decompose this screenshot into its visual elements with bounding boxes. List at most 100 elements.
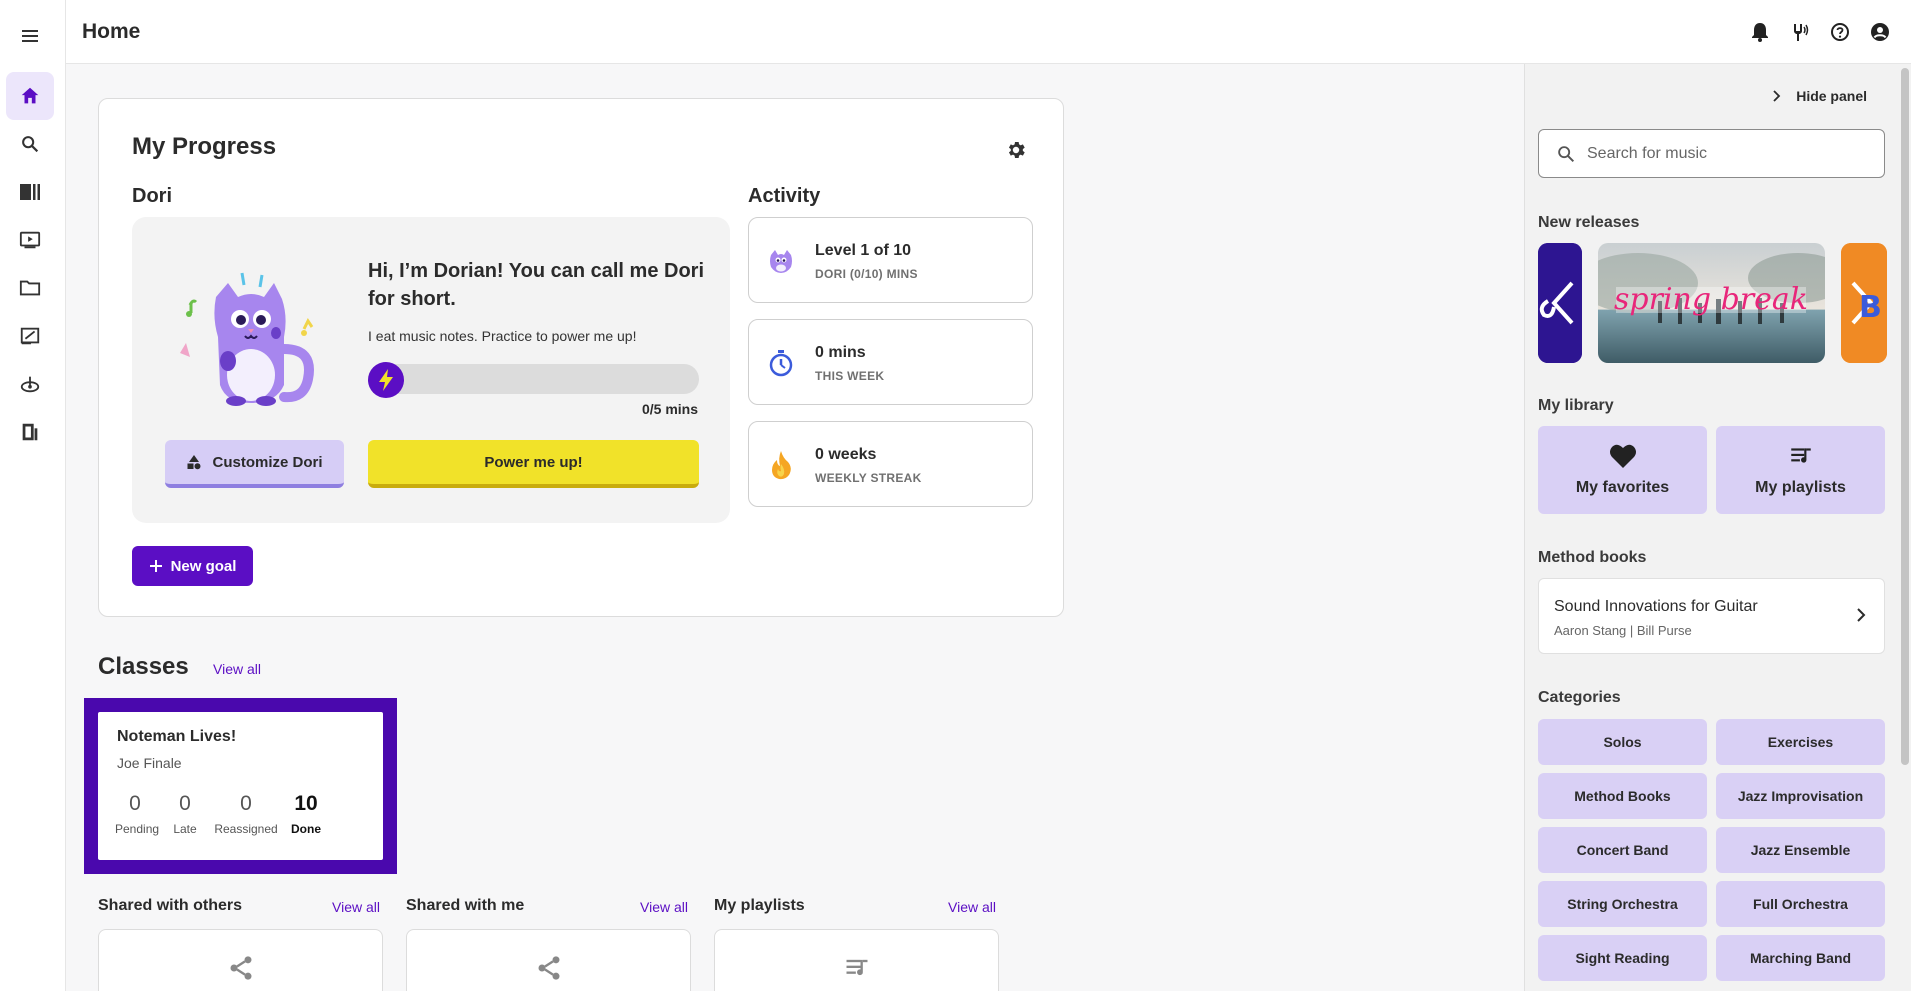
progress-title: My Progress (132, 133, 277, 160)
class-card-highlight: Noteman Lives! Joe Finale 0 Pending 0 La… (84, 698, 397, 874)
nav-home[interactable] (6, 72, 54, 120)
category-jazz-ensemble[interactable]: Jazz Ensemble (1716, 827, 1885, 873)
shared-with-others-card[interactable] (98, 929, 383, 991)
nav-assignments[interactable] (6, 312, 54, 360)
classes-title: Classes (98, 653, 189, 680)
my-library-title: My library (1538, 397, 1614, 414)
new-releases-title: New releases (1538, 214, 1640, 231)
my-progress-card: My Progress Dori Activity Hi, I’m Dorian… (98, 98, 1064, 617)
folder-icon (19, 280, 41, 296)
dori-subtext: I eat music notes. Practice to power me … (368, 328, 637, 344)
hide-panel-label: Hide panel (1796, 88, 1867, 104)
activity-label: DORI (0/10) MINS (815, 267, 918, 281)
power-me-up-button[interactable]: Power me up! (368, 440, 699, 488)
stat-value: 0 (129, 792, 141, 815)
account-icon[interactable] (1868, 20, 1892, 44)
page-title: Home (82, 20, 141, 43)
search-input[interactable] (1587, 142, 1867, 166)
stat-label: Reassigned (214, 822, 278, 836)
shared-with-others-view-all[interactable]: View all (332, 899, 380, 915)
tuning-fork-icon[interactable] (1788, 20, 1812, 44)
app: Home My Progress Dori Activity Hi, I’m D… (0, 0, 1911, 991)
right-panel: Hide panel New releases (1524, 64, 1911, 991)
release-card-next[interactable]: B (1841, 243, 1887, 363)
shared-with-others-title: Shared with others (98, 897, 243, 914)
my-playlists-view-all[interactable]: View all (948, 899, 996, 915)
release-banner-text: spring break (1614, 282, 1808, 317)
stat-value: 0 (179, 792, 191, 815)
activity-value: 0 weeks (815, 446, 877, 463)
gear-icon[interactable] (1005, 139, 1029, 163)
class-stat-done: 10 Done (286, 792, 326, 836)
category-solos[interactable]: Solos (1538, 719, 1707, 765)
category-jazz-improvisation[interactable]: Jazz Improvisation (1716, 773, 1885, 819)
category-full-orchestra[interactable]: Full Orchestra (1716, 881, 1885, 927)
my-playlists-card[interactable] (714, 929, 999, 991)
category-method-books[interactable]: Method Books (1538, 773, 1707, 819)
activity-value: Level 1 of 10 (815, 242, 912, 259)
lightning-bolt-icon (368, 362, 404, 398)
stat-value: 10 (294, 792, 318, 815)
home-icon (21, 87, 39, 104)
power-progress-bar (368, 364, 699, 394)
plus-icon (149, 560, 162, 572)
top-bar: Home (66, 0, 1911, 64)
method-book-card[interactable]: Sound Innovations for Guitar Aaron Stang… (1538, 578, 1885, 654)
flame-icon (765, 449, 797, 481)
share-icon (230, 956, 251, 980)
my-playlists-tile[interactable]: My playlists (1716, 426, 1885, 514)
music-search-box (1538, 129, 1885, 178)
classes-view-all-link[interactable]: View all (213, 661, 261, 677)
category-string-orchestra[interactable]: String Orchestra (1538, 881, 1707, 927)
stopwatch-icon (765, 347, 797, 379)
assignment-icon (20, 327, 40, 345)
classroom-icon (22, 423, 38, 441)
dori-icon (765, 245, 797, 277)
activity-value: 0 mins (815, 344, 866, 361)
help-icon[interactable] (1828, 20, 1852, 44)
nav-tuner[interactable] (6, 360, 54, 408)
my-favorites-label: My favorites (1575, 479, 1670, 496)
category-concert-band[interactable]: Concert Band (1538, 827, 1707, 873)
hide-panel-button[interactable]: Hide panel (1772, 88, 1867, 104)
menu-icon[interactable] (18, 24, 42, 48)
class-teacher: Joe Finale (117, 755, 182, 771)
dori-panel: Hi, I’m Dorian! You can call me Dori for… (132, 217, 730, 523)
customize-dori-button[interactable]: Customize Dori (165, 440, 344, 488)
panel-scrollbar[interactable] (1901, 68, 1909, 765)
search-icon (22, 136, 39, 153)
my-playlists-label: My playlists (1755, 479, 1846, 496)
library-icon (20, 184, 40, 200)
nav-folders[interactable] (6, 264, 54, 312)
playlist-icon (846, 959, 867, 976)
release-card-spring-break[interactable]: spring break (1598, 243, 1825, 363)
category-exercises[interactable]: Exercises (1716, 719, 1885, 765)
nav-search[interactable] (6, 120, 54, 168)
class-stat-pending: 0 Pending (115, 792, 159, 836)
character-name: Dori (132, 185, 172, 207)
activity-card-level: Level 1 of 10 DORI (0/10) MINS (748, 217, 1033, 303)
stat-label: Done (291, 822, 321, 836)
release-card-prev[interactable] (1538, 243, 1582, 363)
category-marching-band[interactable]: Marching Band (1716, 935, 1885, 981)
method-book-title: Sound Innovations for Guitar (1554, 598, 1758, 615)
svg-text:B: B (1859, 290, 1882, 325)
category-sight-reading[interactable]: Sight Reading (1538, 935, 1707, 981)
shared-with-me-view-all[interactable]: View all (640, 899, 688, 915)
class-stat-reassigned: 0 Reassigned (211, 792, 281, 836)
stat-value: 0 (240, 792, 252, 815)
activity-card-week: 0 mins THIS WEEK (748, 319, 1033, 405)
share-icon (538, 956, 559, 980)
new-goal-button[interactable]: New goal (132, 546, 253, 586)
notifications-icon[interactable] (1748, 20, 1772, 44)
my-playlists-title: My playlists (714, 897, 805, 914)
class-card[interactable]: Noteman Lives! Joe Finale 0 Pending 0 La… (98, 712, 383, 860)
search-icon (1558, 146, 1575, 163)
nav-video[interactable] (6, 216, 54, 264)
stat-label: Late (173, 822, 197, 836)
shared-with-me-card[interactable] (406, 929, 691, 991)
my-favorites-tile[interactable]: My favorites (1538, 426, 1707, 514)
method-book-authors: Aaron Stang | Bill Purse (1554, 623, 1692, 638)
nav-classes[interactable] (6, 408, 54, 456)
nav-library[interactable] (6, 168, 54, 216)
